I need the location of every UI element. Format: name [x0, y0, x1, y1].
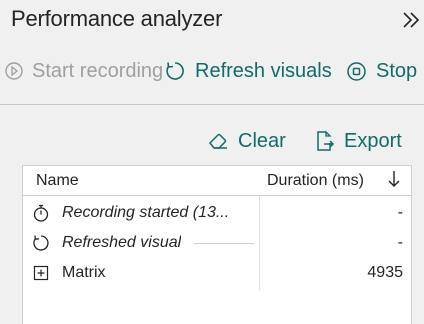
table-row[interactable]: Recording started (13... - — [23, 198, 411, 228]
sort-descending-icon[interactable] — [387, 169, 401, 189]
column-header-duration[interactable]: Duration (ms) — [267, 172, 364, 190]
row-duration: - — [397, 234, 403, 251]
results-table: Name Duration (ms) Recording started (13… — [22, 165, 412, 324]
table-row[interactable]: Matrix 4935 — [23, 258, 411, 288]
refresh-visuals-label: Refresh visuals — [195, 59, 332, 82]
row-separator — [194, 243, 254, 244]
pane-title: Performance analyzer — [11, 6, 223, 31]
start-recording-button[interactable]: Start recording — [4, 52, 166, 90]
toolbar-divider — [0, 104, 424, 105]
table-row[interactable]: Refreshed visual - — [23, 228, 411, 258]
double-chevron-right-icon[interactable] — [400, 9, 422, 31]
row-name: Recording started (13... — [62, 204, 230, 221]
clear-label: Clear — [238, 129, 286, 152]
refresh-icon — [164, 60, 186, 82]
stop-label: Stop — [376, 59, 418, 82]
column-header-name[interactable]: Name — [36, 172, 79, 190]
export-label: Export — [344, 129, 402, 152]
pane-header: Performance analyzer — [0, 0, 424, 42]
row-duration: 4935 — [367, 264, 403, 281]
row-name: Refreshed visual — [62, 234, 182, 251]
recording-toolbar: Start recording Refresh visuals Stop — [0, 52, 424, 92]
record-icon — [4, 61, 24, 81]
refresh-visuals-button[interactable]: Refresh visuals — [164, 52, 332, 90]
stop-icon — [346, 61, 367, 82]
table-header: Name Duration (ms) — [23, 166, 411, 196]
stopwatch-icon — [32, 204, 50, 222]
export-icon — [313, 130, 335, 152]
stop-button[interactable]: Stop — [346, 52, 417, 90]
start-recording-label: Start recording — [32, 59, 164, 82]
expand-icon[interactable] — [32, 264, 50, 282]
refresh-icon — [32, 234, 50, 252]
actions-bar: Clear Export — [0, 122, 424, 162]
row-name: Matrix — [62, 264, 106, 281]
clear-button[interactable]: Clear — [207, 122, 286, 160]
export-button[interactable]: Export — [313, 122, 402, 160]
row-duration: - — [397, 204, 403, 221]
eraser-icon — [207, 130, 229, 152]
